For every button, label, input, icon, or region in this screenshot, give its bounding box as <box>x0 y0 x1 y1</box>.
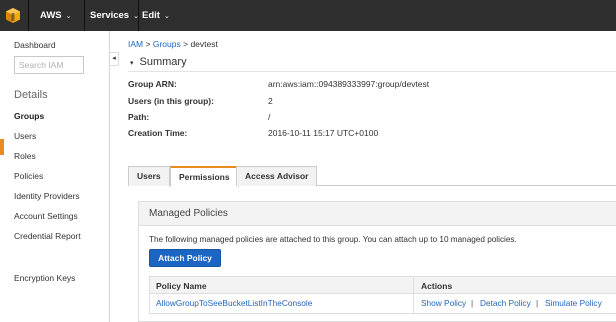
action-separator: | <box>536 298 539 308</box>
creation-time-label: Creation Time: <box>128 128 188 138</box>
topbar-divider <box>138 0 139 31</box>
sidebar-item-encryption-keys[interactable]: Encryption Keys <box>14 273 75 283</box>
managed-policies-description: The following managed policies are attac… <box>149 235 517 244</box>
topbar-divider <box>84 0 85 31</box>
table-row: AllowGroupToSeeBucketListInTheConsole Sh… <box>149 294 616 314</box>
column-header-actions: Actions <box>421 281 453 291</box>
column-divider <box>413 294 414 314</box>
search-input[interactable] <box>14 56 84 74</box>
breadcrumb-separator: > <box>145 39 151 49</box>
column-header-policy-name[interactable]: Policy Name <box>156 281 207 291</box>
sidebar-item-dashboard[interactable]: Dashboard <box>14 40 56 50</box>
show-policy-link[interactable]: Show Policy <box>421 298 466 308</box>
sidebar-item-identity-providers[interactable]: Identity Providers <box>14 191 80 201</box>
breadcrumb-iam-link[interactable]: IAM <box>128 39 143 49</box>
sidebar-item-account-settings[interactable]: Account Settings <box>14 211 78 221</box>
services-menu-label: Services <box>90 10 130 21</box>
aws-cube-logo-icon[interactable] <box>6 8 20 23</box>
breadcrumb-separator: > <box>183 39 189 49</box>
sidebar: Dashboard Details Groups Users Roles Pol… <box>0 31 110 322</box>
summary-toggle[interactable]: ▾ Summary <box>130 56 187 68</box>
sidebar-item-groups[interactable]: Groups <box>14 111 44 121</box>
aws-menu-label: AWS <box>40 10 62 21</box>
main-content: IAM > Groups > devtest ▾ Summary Group AR… <box>120 31 616 322</box>
summary-title: Summary <box>139 56 187 68</box>
breadcrumb-current: devtest <box>190 39 218 49</box>
users-count-label: Users (in this group): <box>128 96 214 106</box>
chevron-down-icon: ⌄ <box>65 13 72 20</box>
breadcrumb-groups-link[interactable]: Groups <box>153 39 181 49</box>
top-navigation-bar: AWS ⌄ Services ⌄ Edit ⌄ <box>0 0 616 31</box>
table-header: Policy Name Actions <box>149 276 616 295</box>
action-separator: | <box>471 298 474 308</box>
detach-policy-link[interactable]: Detach Policy <box>480 298 531 308</box>
managed-policies-title: Managed Policies <box>149 208 228 219</box>
sidebar-details-heading: Details <box>14 89 48 101</box>
attach-policy-button[interactable]: Attach Policy <box>149 249 221 267</box>
policy-name-link[interactable]: AllowGroupToSeeBucketListInTheConsole <box>156 298 312 308</box>
summary-divider <box>128 71 616 72</box>
managed-policies-panel: Managed Policies The following managed p… <box>138 201 616 322</box>
tab-users[interactable]: Users <box>128 166 170 186</box>
edit-menu-label: Edit <box>142 10 160 21</box>
sidebar-item-credential-report[interactable]: Credential Report <box>14 231 81 241</box>
path-label: Path: <box>128 112 150 122</box>
group-arn-value: arn:aws:iam::094389333997:group/devtest <box>268 79 430 89</box>
users-count-value: 2 <box>268 96 273 106</box>
aws-menu[interactable]: AWS ⌄ <box>40 0 72 31</box>
active-item-indicator <box>0 139 4 155</box>
sidebar-item-roles[interactable]: Roles <box>14 151 36 161</box>
creation-time-value: 2016-10-11 15:17 UTC+0100 <box>268 128 379 138</box>
sidebar-item-users[interactable]: Users <box>14 131 36 141</box>
managed-policies-header: Managed Policies <box>139 202 616 226</box>
collapse-sidebar-icon[interactable]: ◂ <box>110 52 119 66</box>
column-divider <box>413 277 414 295</box>
tab-permissions[interactable]: Permissions <box>170 166 239 187</box>
edit-menu[interactable]: Edit ⌄ <box>142 0 170 31</box>
sidebar-item-policies[interactable]: Policies <box>14 171 43 181</box>
tab-access-advisor[interactable]: Access Advisor <box>236 166 318 186</box>
topbar-divider <box>28 0 29 31</box>
collapse-triangle-icon: ▾ <box>130 60 134 67</box>
simulate-policy-link[interactable]: Simulate Policy <box>545 298 602 308</box>
group-arn-label: Group ARN: <box>128 79 177 89</box>
services-menu[interactable]: Services ⌄ <box>90 0 139 31</box>
chevron-down-icon: ⌄ <box>163 13 170 20</box>
path-value: / <box>268 112 271 122</box>
breadcrumb: IAM > Groups > devtest <box>128 39 218 49</box>
